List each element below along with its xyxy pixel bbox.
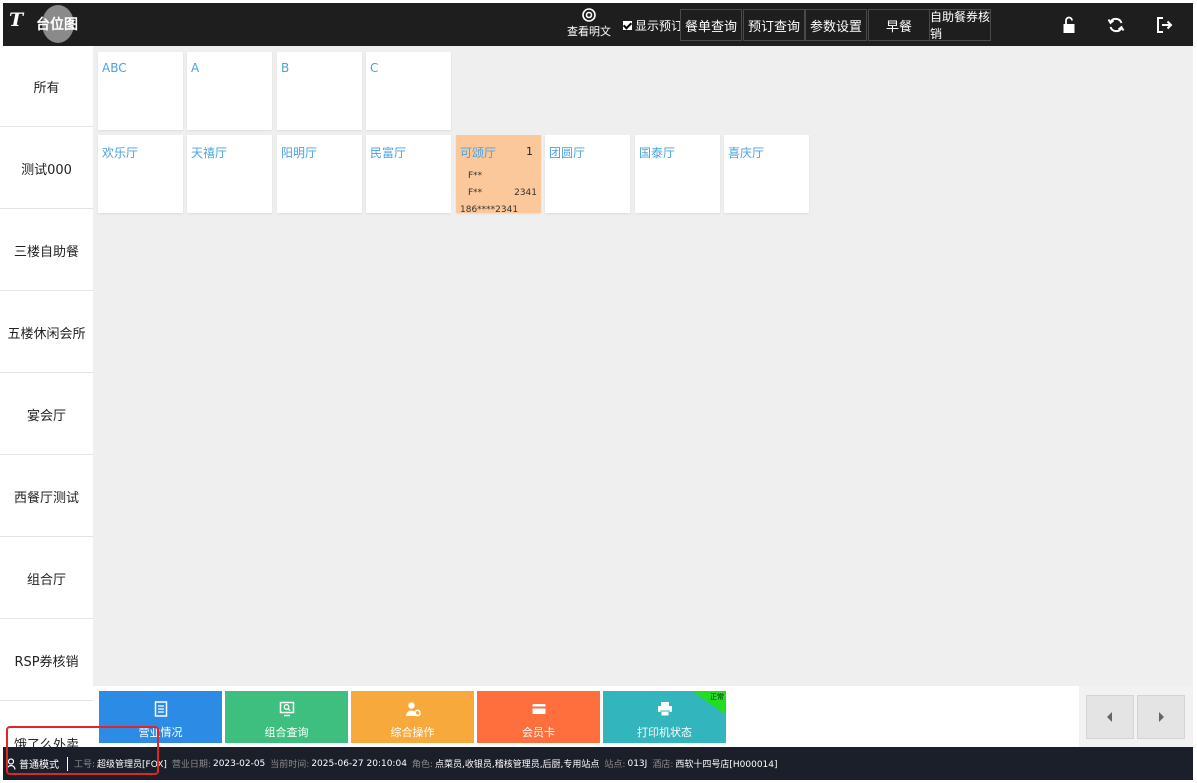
table-card-guotai[interactable]: 国泰厅: [635, 135, 720, 213]
table-name: 阳明厅: [281, 146, 318, 160]
role-label: 角色:: [411, 760, 433, 770]
table-card-minfu[interactable]: 民富厅: [366, 135, 451, 213]
member-card-label: 会员卡: [522, 726, 555, 739]
sidebar-item-combo-hall[interactable]: 组合厅: [0, 538, 93, 619]
guest-name: F**: [468, 171, 483, 181]
table-card-tianxi[interactable]: 天禧厅: [187, 135, 272, 213]
next-page-button[interactable]: [1137, 695, 1185, 739]
printer-normal-badge-text: 正常: [710, 693, 724, 701]
business-status-button[interactable]: 营业情况: [99, 691, 222, 743]
general-operation-label: 综合操作: [390, 726, 435, 739]
table-name: B: [281, 61, 290, 75]
business-status-label: 营业情况: [138, 726, 183, 739]
table-name: A: [191, 61, 200, 75]
eye-icon: [582, 8, 596, 22]
logo-mark: T: [9, 9, 24, 31]
table-name: 喜庆厅: [728, 146, 765, 160]
booker-phone-suffix: 2341: [514, 188, 537, 198]
printer-status-label: 打印机状态: [637, 726, 692, 739]
lock-icon[interactable]: [1059, 15, 1079, 35]
role-value: 点菜员,收银员,稽核管理员,后厨,专用站点: [434, 760, 600, 770]
app-root: T 台位图 查看明文 显示预订 餐单查询 预订查询 参数设置 早餐 自助餐券核销: [0, 0, 1197, 783]
table-map-area: ABC A B C 欢乐厅 天禧厅 阳明厅 民富厅 可颂厅 1 F** F** …: [93, 46, 1193, 686]
sidebar-item-all[interactable]: 所有: [0, 46, 93, 127]
table-name: 天禧厅: [191, 146, 228, 160]
general-operation-button[interactable]: 综合操作: [351, 691, 474, 743]
guest-count: 1: [526, 145, 533, 158]
bizdate-value: 2023-02-05: [212, 758, 266, 769]
document-icon: [154, 701, 168, 717]
table-card-huanle[interactable]: 欢乐厅: [98, 135, 183, 213]
card-icon: [532, 704, 546, 714]
action-bar: 营业情况 组合查询 综合操作 会员卡 打印机状态 正常: [93, 686, 1193, 747]
sidebar-item-banquet-hall[interactable]: 宴会厅: [0, 374, 93, 455]
member-card-button[interactable]: 会员卡: [477, 691, 600, 743]
sidebar: 所有 测试000 三楼自助餐 五楼休闲会所 宴会厅 西餐厅测试 组合厅 RSP券…: [0, 46, 93, 747]
table-name: 国泰厅: [639, 146, 676, 160]
employee-value: 超级管理员[FOX]: [97, 760, 167, 770]
show-reservation-toggle[interactable]: 显示预订: [623, 17, 683, 34]
printer-icon: [658, 702, 672, 717]
breakfast-button[interactable]: 早餐: [868, 9, 930, 41]
prev-page-button[interactable]: [1086, 695, 1134, 739]
employee-label: 工号:: [74, 760, 96, 770]
refresh-icon[interactable]: [1106, 15, 1126, 35]
hotel-value: 西软十四号店[H000014]: [675, 760, 778, 770]
table-card-b[interactable]: B: [277, 52, 362, 130]
hotel-label: 酒店:: [652, 760, 674, 770]
checkbox-checked-icon[interactable]: [623, 21, 632, 30]
table-card-kesong[interactable]: 可颂厅 1 F** F** 2341 186****2341: [456, 135, 541, 215]
station-label: 站点:: [604, 760, 626, 770]
table-card-tuanyuan[interactable]: 团圆厅: [545, 135, 630, 213]
sidebar-item-western-test[interactable]: 西餐厅测试: [0, 456, 93, 537]
divider: [67, 756, 68, 771]
mode-label: 普通模式: [19, 760, 59, 771]
status-bar: 普通模式 工号: 超级管理员[FOX] 营业日期: 2023-02-05 当前时…: [3, 747, 1193, 780]
user-icon: [6, 757, 16, 770]
table-name: 欢乐厅: [102, 146, 139, 160]
sidebar-item-eleme-takeout[interactable]: 饿了么外卖: [0, 702, 93, 747]
chevron-left-icon: [1107, 712, 1112, 722]
menu-query-button[interactable]: 餐单查询: [680, 9, 742, 41]
table-name: 民富厅: [370, 146, 407, 160]
page-nav: [1079, 686, 1193, 747]
buffet-voucher-button[interactable]: 自助餐券核销: [929, 9, 991, 41]
user-settings-icon: [406, 702, 421, 717]
table-card-xiqing[interactable]: 喜庆厅: [724, 135, 809, 213]
table-name: 团圆厅: [549, 146, 586, 160]
view-plain-button[interactable]: 查看明文: [567, 8, 611, 39]
sidebar-item-rsp-voucher[interactable]: RSP券核销: [0, 620, 93, 701]
table-name: ABC: [102, 61, 127, 75]
station-value: 013J: [627, 758, 648, 769]
sidebar-item-fifth-floor-club[interactable]: 五楼休闲会所: [0, 292, 93, 373]
page-title: 台位图: [36, 17, 78, 33]
settings-button[interactable]: 参数设置: [805, 9, 867, 41]
printer-status-button[interactable]: 打印机状态 正常: [603, 691, 726, 743]
table-card-c[interactable]: C: [366, 52, 451, 130]
top-bar: T 台位图 查看明文 显示预订 餐单查询 预订查询 参数设置 早餐 自助餐券核销: [3, 3, 1193, 46]
booker-name: F**: [468, 188, 483, 198]
now-label: 当前时间:: [270, 760, 310, 770]
combined-query-button[interactable]: 组合查询: [225, 691, 348, 743]
view-plain-label: 查看明文: [567, 25, 611, 38]
booker-phone: 186****2341: [460, 205, 519, 215]
chevron-right-icon: [1159, 712, 1164, 722]
table-card-a[interactable]: A: [187, 52, 272, 130]
table-card-yangming[interactable]: 阳明厅: [277, 135, 362, 213]
sidebar-item-third-floor-buffet[interactable]: 三楼自助餐: [0, 210, 93, 291]
combined-query-label: 组合查询: [264, 726, 309, 739]
mode-indicator[interactable]: 普通模式: [6, 756, 59, 771]
table-card-abc[interactable]: ABC: [98, 52, 183, 130]
now-value: 2025-06-27 20:10:04: [311, 758, 407, 769]
table-name: C: [370, 61, 379, 75]
bizdate-label: 营业日期:: [171, 760, 211, 770]
sidebar-item-test000[interactable]: 测试000: [0, 128, 93, 209]
logout-icon[interactable]: [1154, 15, 1174, 35]
show-reservation-label: 显示预订: [635, 19, 684, 33]
table-name: 可颂厅: [460, 146, 497, 160]
reservation-query-button[interactable]: 预订查询: [743, 9, 805, 41]
monitor-search-icon: [279, 701, 295, 717]
